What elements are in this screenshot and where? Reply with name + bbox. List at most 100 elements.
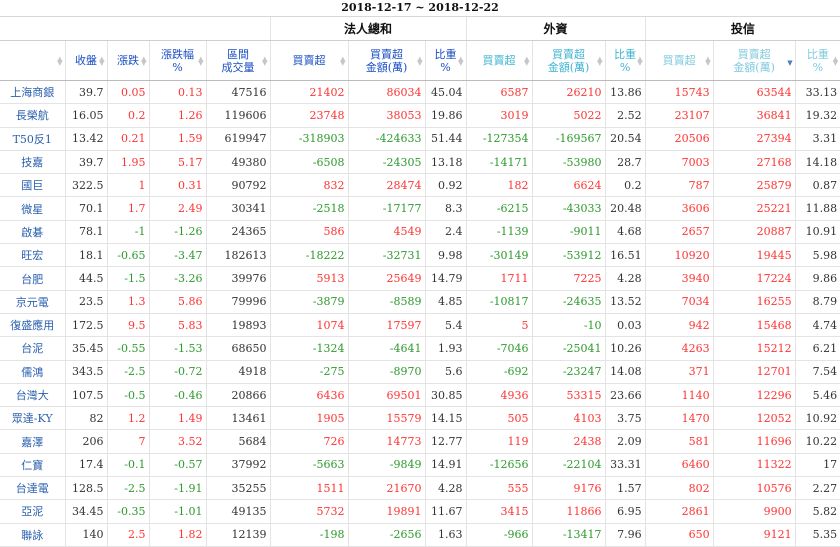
cell-foreign-amount: 53315 xyxy=(531,383,606,408)
cell-stock[interactable]: 聯詠 xyxy=(0,523,65,547)
cell-stock[interactable]: 上海商銀 xyxy=(0,80,65,105)
cell-stock[interactable]: 技嘉 xyxy=(0,150,65,175)
table-row[interactable]: 旺宏 18.1 -0.65 -3.47 182613 -18222 -32731 9.98 -3… xyxy=(0,243,840,268)
cell-stock[interactable]: T50反1 xyxy=(0,127,65,151)
table-row[interactable]: 仁寶 17.4 -0.1 -0.57 37992 -5663 -9849 14.91 -1265… xyxy=(0,453,840,478)
cell-legal-amount: -8970 xyxy=(347,360,426,384)
sort-icon[interactable]: ▲ ▼ xyxy=(99,56,104,67)
table-row[interactable]: 儒鴻 343.5 -2.5 -0.72 4918 -275 -8970 5.6 -692 -232… xyxy=(0,360,840,384)
cell-change-pct: -3.26 xyxy=(148,266,206,291)
col-header-foreign-net[interactable]: 買賣超 ▲ ▼ xyxy=(465,40,533,81)
cell-stock[interactable]: 台灣大 xyxy=(0,383,65,408)
col-header-change-pct[interactable]: 漲跌幅% ▲ ▼ xyxy=(148,40,206,81)
cell-foreign-ratio: 2.52 xyxy=(604,103,646,128)
col-header-legal-net[interactable]: 買賣超 ▲ ▼ xyxy=(269,40,349,81)
cell-stock[interactable]: 眾達-KY xyxy=(0,406,65,431)
cell-foreign-ratio: 13.86 xyxy=(604,80,646,105)
sort-icon[interactable]: ▲ ▼ xyxy=(57,56,62,67)
cell-legal-net: 1905 xyxy=(269,406,349,431)
cell-change: 1.3 xyxy=(106,290,149,314)
table-row[interactable]: 京元電 23.5 1.3 5.86 79996 -3879 -8589 4.85 -10817-… xyxy=(0,290,840,314)
table-row[interactable]: 台灣大 107.5 -0.5 -0.46 20866 6436 69501 30.85 4936… xyxy=(0,383,840,408)
col-header-foreign-amount[interactable]: 買賣超 金額(萬) ▲ ▼ xyxy=(531,40,606,81)
cell-stock[interactable]: 啟碁 xyxy=(0,220,65,245)
table-row[interactable]: 嘉澤 206 7 3.52 5684 726 14773 12.77 119 2438 2.09 58… xyxy=(0,429,840,454)
cell-stock[interactable]: 台達電 xyxy=(0,476,65,501)
table-row[interactable]: 聯詠 140 2.5 1.82 12139 -198 -2656 1.63 -966 -13417… xyxy=(0,523,840,547)
table-row[interactable]: 亞泥 34.45 -0.35 -1.01 49135 5732 19891 11.67 3415… xyxy=(0,499,840,524)
cell-stock[interactable]: 台泥 xyxy=(0,336,65,361)
cell-change: 7 xyxy=(106,429,149,454)
cell-close: 107.5 xyxy=(64,383,107,408)
sort-icon[interactable]: ▲ ▼ xyxy=(340,56,345,67)
table-row[interactable]: 台泥 35.45 -0.55 -1.53 68650 -1324 -4641 1.93 -704… xyxy=(0,336,840,361)
cell-stock[interactable]: 台肥 xyxy=(0,266,65,291)
cell-legal-amount: -9849 xyxy=(347,453,426,478)
table-row[interactable]: 國巨 322.5 1 0.31 90792 832 28474 0.92 182 6624 0.2 7… xyxy=(0,173,840,198)
cell-stock[interactable]: 京元電 xyxy=(0,290,65,314)
col-header-legal-amount[interactable]: 買賣超 金額(萬) ▲ ▼ xyxy=(347,40,426,81)
sort-icon[interactable]: ▲ ▼ xyxy=(262,56,267,67)
col-header-change[interactable]: 漲跌 ▲ ▼ xyxy=(106,40,149,81)
col-header-trust-net[interactable]: 買賣超 ▲ ▼ xyxy=(644,40,714,81)
sort-icon[interactable]: ▲ ▼ xyxy=(458,56,463,67)
sort-icon[interactable]: ▲ ▼ xyxy=(417,56,422,67)
cell-foreign-ratio: 20.54 xyxy=(604,127,646,151)
col-header-close[interactable]: 收盤 ▲ ▼ xyxy=(64,40,107,81)
sort-desc-icon[interactable]: ▲▼ xyxy=(787,57,792,67)
cell-change: 0.2 xyxy=(106,103,149,128)
sort-icon[interactable]: ▲ ▼ xyxy=(198,56,203,67)
cell-volume: 182613 xyxy=(205,243,271,268)
cell-trust-net: 7034 xyxy=(644,290,714,314)
col-header-foreign-ratio[interactable]: 比重% ▲ ▼ xyxy=(604,40,646,81)
group-header-trust: 投信 xyxy=(644,16,840,41)
cell-change-pct: -1.91 xyxy=(148,476,206,501)
cell-stock[interactable]: 嘉澤 xyxy=(0,429,65,454)
cell-stock[interactable]: 國巨 xyxy=(0,173,65,198)
cell-legal-ratio: 45.04 xyxy=(424,80,467,105)
cell-trust-amount: 12296 xyxy=(712,383,796,408)
sort-icon[interactable]: ▲ ▼ xyxy=(524,56,529,67)
sort-icon[interactable]: ▲ ▼ xyxy=(141,56,146,67)
cell-close: 128.5 xyxy=(64,476,107,501)
table-row[interactable]: 啟碁 78.1 -1 -1.26 24365 586 4549 2.4 -1139 -9011 4.… xyxy=(0,220,840,245)
table-row[interactable]: 技嘉 39.7 1.95 5.17 49380 -6508 -24305 13.18 -1417… xyxy=(0,150,840,175)
table-row[interactable]: 台肥 44.5 -1.5 -3.26 39976 5913 25649 14.79 1711 72… xyxy=(0,266,840,291)
sort-icon[interactable]: ▲ ▼ xyxy=(705,56,710,67)
cell-trust-ratio: 5.98 xyxy=(794,243,840,268)
cell-legal-net: -18222 xyxy=(269,243,349,268)
table-row[interactable]: 台達電 128.5 -2.5 -1.91 35255 1511 21670 4.28 555 91… xyxy=(0,476,840,501)
sort-icon[interactable]: ▲ ▼ xyxy=(833,56,838,67)
cell-legal-amount: -32731 xyxy=(347,243,426,268)
cell-trust-ratio: 10.22 xyxy=(794,429,840,454)
cell-close: 140 xyxy=(64,523,107,547)
table-row[interactable]: 上海商銀 39.7 0.05 0.13 47516 21402 86034 45.04 6587… xyxy=(0,80,840,105)
cell-trust-amount: 12052 xyxy=(712,406,796,431)
cell-stock[interactable]: 仁寶 xyxy=(0,453,65,478)
col-header-stock[interactable]: ▲ ▼ xyxy=(0,40,65,81)
table-row[interactable]: T50反1 13.42 0.21 1.59 619947 -318903 -424633 51… xyxy=(0,127,840,151)
cell-close: 82 xyxy=(64,406,107,431)
col-header-legal-ratio[interactable]: 比重% ▲ ▼ xyxy=(424,40,467,81)
cell-stock[interactable]: 儒鴻 xyxy=(0,360,65,384)
cell-stock[interactable]: 長榮航 xyxy=(0,103,65,128)
cell-foreign-net: -127354 xyxy=(465,127,533,151)
col-header-label: 買賣超 xyxy=(482,54,516,67)
col-header-trust-amount[interactable]: 買賣超金額(萬) ▲▼ xyxy=(712,40,796,81)
sort-icon[interactable]: ▲ ▼ xyxy=(637,56,642,67)
cell-legal-ratio: 14.79 xyxy=(424,266,467,291)
table-row[interactable]: 長榮航 16.05 0.2 1.26 119606 23748 38053 19.86 3019… xyxy=(0,103,840,128)
cell-stock[interactable]: 亞泥 xyxy=(0,499,65,524)
table-row[interactable]: 復盛應用 172.5 9.5 5.83 19893 1074 17597 5.4 5 -10 0.0… xyxy=(0,313,840,338)
col-header-volume[interactable]: 區間 成交量 ▲ ▼ xyxy=(205,40,271,81)
col-header-trust-ratio[interactable]: 比重% ▲ ▼ xyxy=(794,40,840,81)
cell-stock[interactable]: 復盛應用 xyxy=(0,313,65,338)
cell-stock[interactable]: 微星 xyxy=(0,196,65,221)
table-row[interactable]: 眾達-KY 82 1.2 1.49 13461 1905 15579 14.15 505 4103… xyxy=(0,406,840,431)
table-row[interactable]: 微星 70.1 1.7 2.49 30341 -2518 -17177 8.3 -6215 -43… xyxy=(0,196,840,221)
cell-foreign-ratio: 10.26 xyxy=(604,336,646,361)
cell-foreign-ratio: 28.7 xyxy=(604,150,646,175)
cell-stock[interactable]: 旺宏 xyxy=(0,243,65,268)
cell-trust-amount: 27168 xyxy=(712,150,796,175)
sort-icon[interactable]: ▲ ▼ xyxy=(597,56,602,67)
